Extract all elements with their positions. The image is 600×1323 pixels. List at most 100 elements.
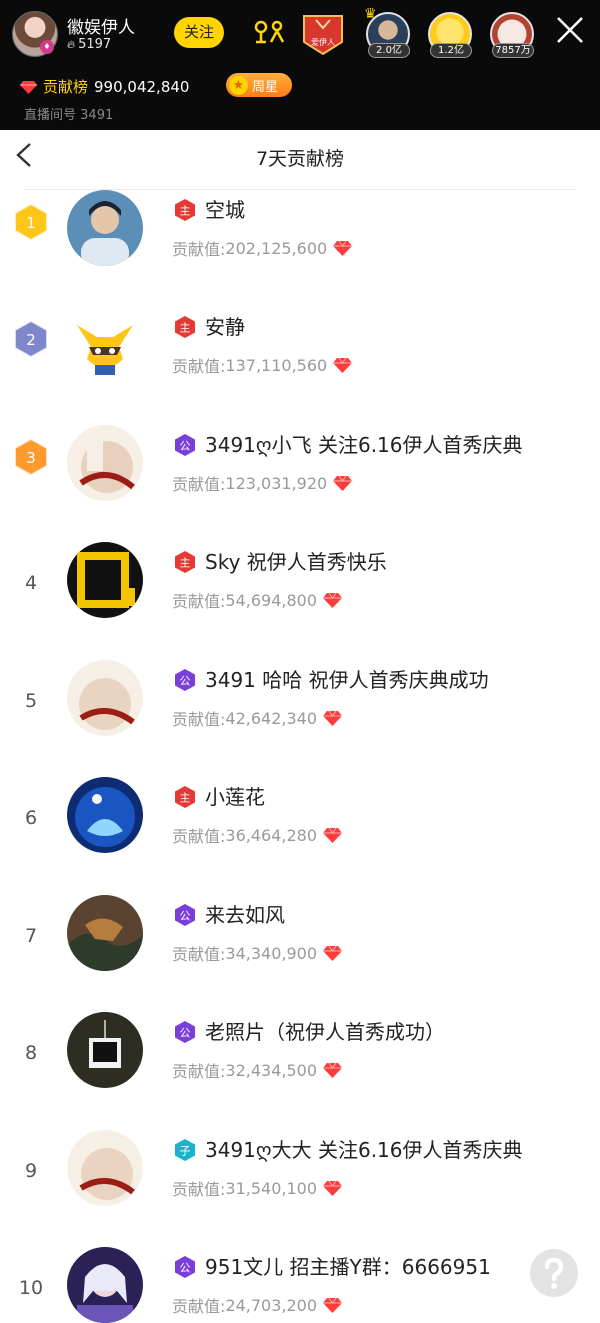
score-value: 42,642,340 — [225, 708, 318, 728]
contribution-score: 贡献值: 24,703,200 — [172, 1293, 343, 1317]
level-badge-icon: 子 — [175, 1139, 195, 1161]
user-avatar[interactable] — [67, 542, 143, 618]
score-label: 贡献值: — [172, 475, 226, 494]
ranking-row[interactable]: 2 主 安静 贡献值: 137,110,560 — [0, 307, 600, 424]
rank-medal-icon: 1 — [14, 203, 48, 241]
ranking-row[interactable]: 1 主 空城贡献值: 202,125,600 — [0, 190, 600, 307]
score-value: 34,340,900 — [225, 943, 318, 963]
fan-group-label: 爱伊人 — [311, 38, 335, 47]
score-label: 贡献值: — [172, 240, 226, 259]
diamond-icon — [323, 710, 343, 726]
diamond-icon — [323, 1062, 343, 1078]
user-avatar[interactable] — [67, 660, 143, 736]
svg-text:主: 主 — [180, 557, 191, 570]
diamond-icon — [323, 827, 343, 843]
user-avatar[interactable] — [67, 1130, 143, 1206]
level-badge-icon: 公 — [175, 669, 195, 691]
ranking-row[interactable]: 10 公 951文儿 招主播Y群：6666951 贡献值: 24,703,200 — [0, 1247, 600, 1323]
contribution-score: 贡献值: 54,694,800 — [172, 588, 343, 612]
room-number-value: 3491 — [80, 108, 114, 123]
contribution-score: 贡献值: 202,125,600 — [172, 236, 353, 260]
shield-icon — [303, 15, 343, 56]
live-room-header: ♦ 徽娱伊人 🔥︎5197 关注 爱伊人 ♛ 2.0亿 1.2亿 7857万 — [0, 0, 600, 130]
rank-number: 5 — [24, 690, 38, 712]
diamond-icon — [323, 592, 343, 608]
svg-text:主: 主 — [180, 205, 191, 218]
host-name: 徽娱伊人 — [67, 18, 135, 38]
rank-number: 6 — [24, 807, 38, 829]
level-badge-icon: 主 — [175, 786, 195, 808]
svg-text:主: 主 — [180, 792, 191, 805]
ranking-row[interactable]: 5 公 3491 哈哈 祝伊人首秀庆典成功贡献值: 42,642,340 — [0, 660, 600, 777]
rank-number: 9 — [24, 1160, 38, 1182]
svg-text:1: 1 — [26, 214, 36, 232]
viewer-1-tag: 2.0亿 — [368, 43, 410, 58]
contribution-score: 贡献值: 42,642,340 — [172, 706, 343, 730]
panel-title: 7天贡献榜 — [255, 148, 345, 170]
score-value: 32,434,500 — [225, 1060, 318, 1080]
user-nickname: 3491 哈哈 祝伊人首秀庆典成功 — [205, 668, 489, 692]
ranking-row[interactable]: 8 公 老照片（祝伊人首秀成功） 贡献值: 32,434,500 — [0, 1012, 600, 1129]
question-icon[interactable] — [530, 1249, 578, 1297]
ranking-row[interactable]: 4 主 Sky 祝伊人首秀快乐 贡献值: 54,694,800 — [0, 542, 600, 659]
top-viewer-1[interactable]: ♛ 2.0亿 — [364, 6, 412, 58]
contribution-score: 贡献值: 34,340,900 — [172, 941, 343, 965]
user-nickname: 3491ღ大大 关注6.16伊人首秀庆典 — [205, 1138, 523, 1162]
contribution-value: 990,042,840 — [94, 77, 190, 96]
user-avatar[interactable] — [67, 777, 143, 853]
user-nickname: 空城 — [205, 198, 245, 222]
score-value: 24,703,200 — [225, 1295, 318, 1315]
viewer-2-tag: 1.2亿 — [430, 43, 472, 58]
week-star-label: 周星 — [252, 79, 279, 95]
user-avatar[interactable] — [67, 307, 143, 383]
ranking-row[interactable]: 9 子 3491ღ大大 关注6.16伊人首秀庆典 贡献值: 31,540,100 — [0, 1130, 600, 1247]
score-value: 202,125,600 — [225, 238, 328, 258]
close-icon[interactable] — [552, 12, 588, 48]
user-avatar[interactable] — [67, 1247, 143, 1323]
score-value: 137,110,560 — [225, 355, 328, 375]
ranking-row[interactable]: 6 主 小莲花贡献值: 36,464,280 — [0, 777, 600, 894]
score-value: 31,540,100 — [225, 1178, 318, 1198]
score-label: 贡献值: — [172, 1062, 226, 1081]
score-label: 贡献值: — [172, 945, 226, 964]
contribution-score: 贡献值: 36,464,280 — [172, 823, 343, 847]
user-avatar[interactable] — [67, 190, 143, 266]
score-label: 贡献值: — [172, 1297, 226, 1316]
ranking-row[interactable]: 3 公 3491ღ小飞 关注6.16伊人首秀庆典 贡献值: 123,031,920 — [0, 425, 600, 542]
svg-text:子: 子 — [180, 1145, 191, 1158]
user-nickname: 小莲花 — [205, 785, 265, 809]
contribution-score: 贡献值: 32,434,500 — [172, 1058, 343, 1082]
score-label: 贡献值: — [172, 827, 226, 846]
level-badge-icon: 主 — [175, 551, 195, 573]
top-viewer-2[interactable]: 1.2亿 — [428, 12, 474, 58]
rank-number: 7 — [24, 925, 38, 947]
diamond-icon — [333, 357, 353, 373]
host-fans-value: 5197 — [78, 37, 112, 52]
contribution-summary[interactable]: 贡献榜 990,042,840 — [20, 76, 189, 97]
score-value: 36,464,280 — [225, 825, 318, 845]
diamond-icon — [323, 945, 343, 961]
user-avatar[interactable] — [67, 425, 143, 501]
follow-button[interactable]: 关注 — [174, 17, 224, 48]
svg-text:3: 3 — [26, 449, 36, 467]
rank-number: 10 — [18, 1277, 44, 1299]
score-label: 贡献值: — [172, 710, 226, 729]
week-star-button[interactable]: ★ 周星 — [226, 73, 292, 97]
viewer-3-tag: 7857万 — [492, 43, 534, 58]
user-avatar[interactable] — [67, 895, 143, 971]
svg-text:公: 公 — [180, 675, 191, 688]
svg-text:公: 公 — [180, 1262, 191, 1275]
link-mic-icon[interactable] — [252, 18, 286, 46]
svg-text:2: 2 — [26, 331, 36, 349]
svg-text:公: 公 — [180, 440, 191, 453]
user-nickname: 951文儿 招主播Y群：6666951 — [205, 1255, 491, 1279]
user-avatar[interactable] — [67, 1012, 143, 1088]
ranking-row[interactable]: 7 公 来去如风 贡献值: 34,340,900 — [0, 895, 600, 1012]
host-level-icon: ♦ — [40, 40, 54, 54]
diamond-icon — [333, 240, 353, 256]
user-nickname: 3491ღ小飞 关注6.16伊人首秀庆典 — [205, 433, 523, 457]
fan-group-badge[interactable]: 爱伊人 — [300, 12, 346, 56]
top-viewer-3[interactable]: 7857万 — [490, 12, 536, 58]
contribution-label: 贡献榜 — [43, 78, 89, 96]
host-fans-count: 🔥︎ 5197 — [67, 37, 111, 52]
